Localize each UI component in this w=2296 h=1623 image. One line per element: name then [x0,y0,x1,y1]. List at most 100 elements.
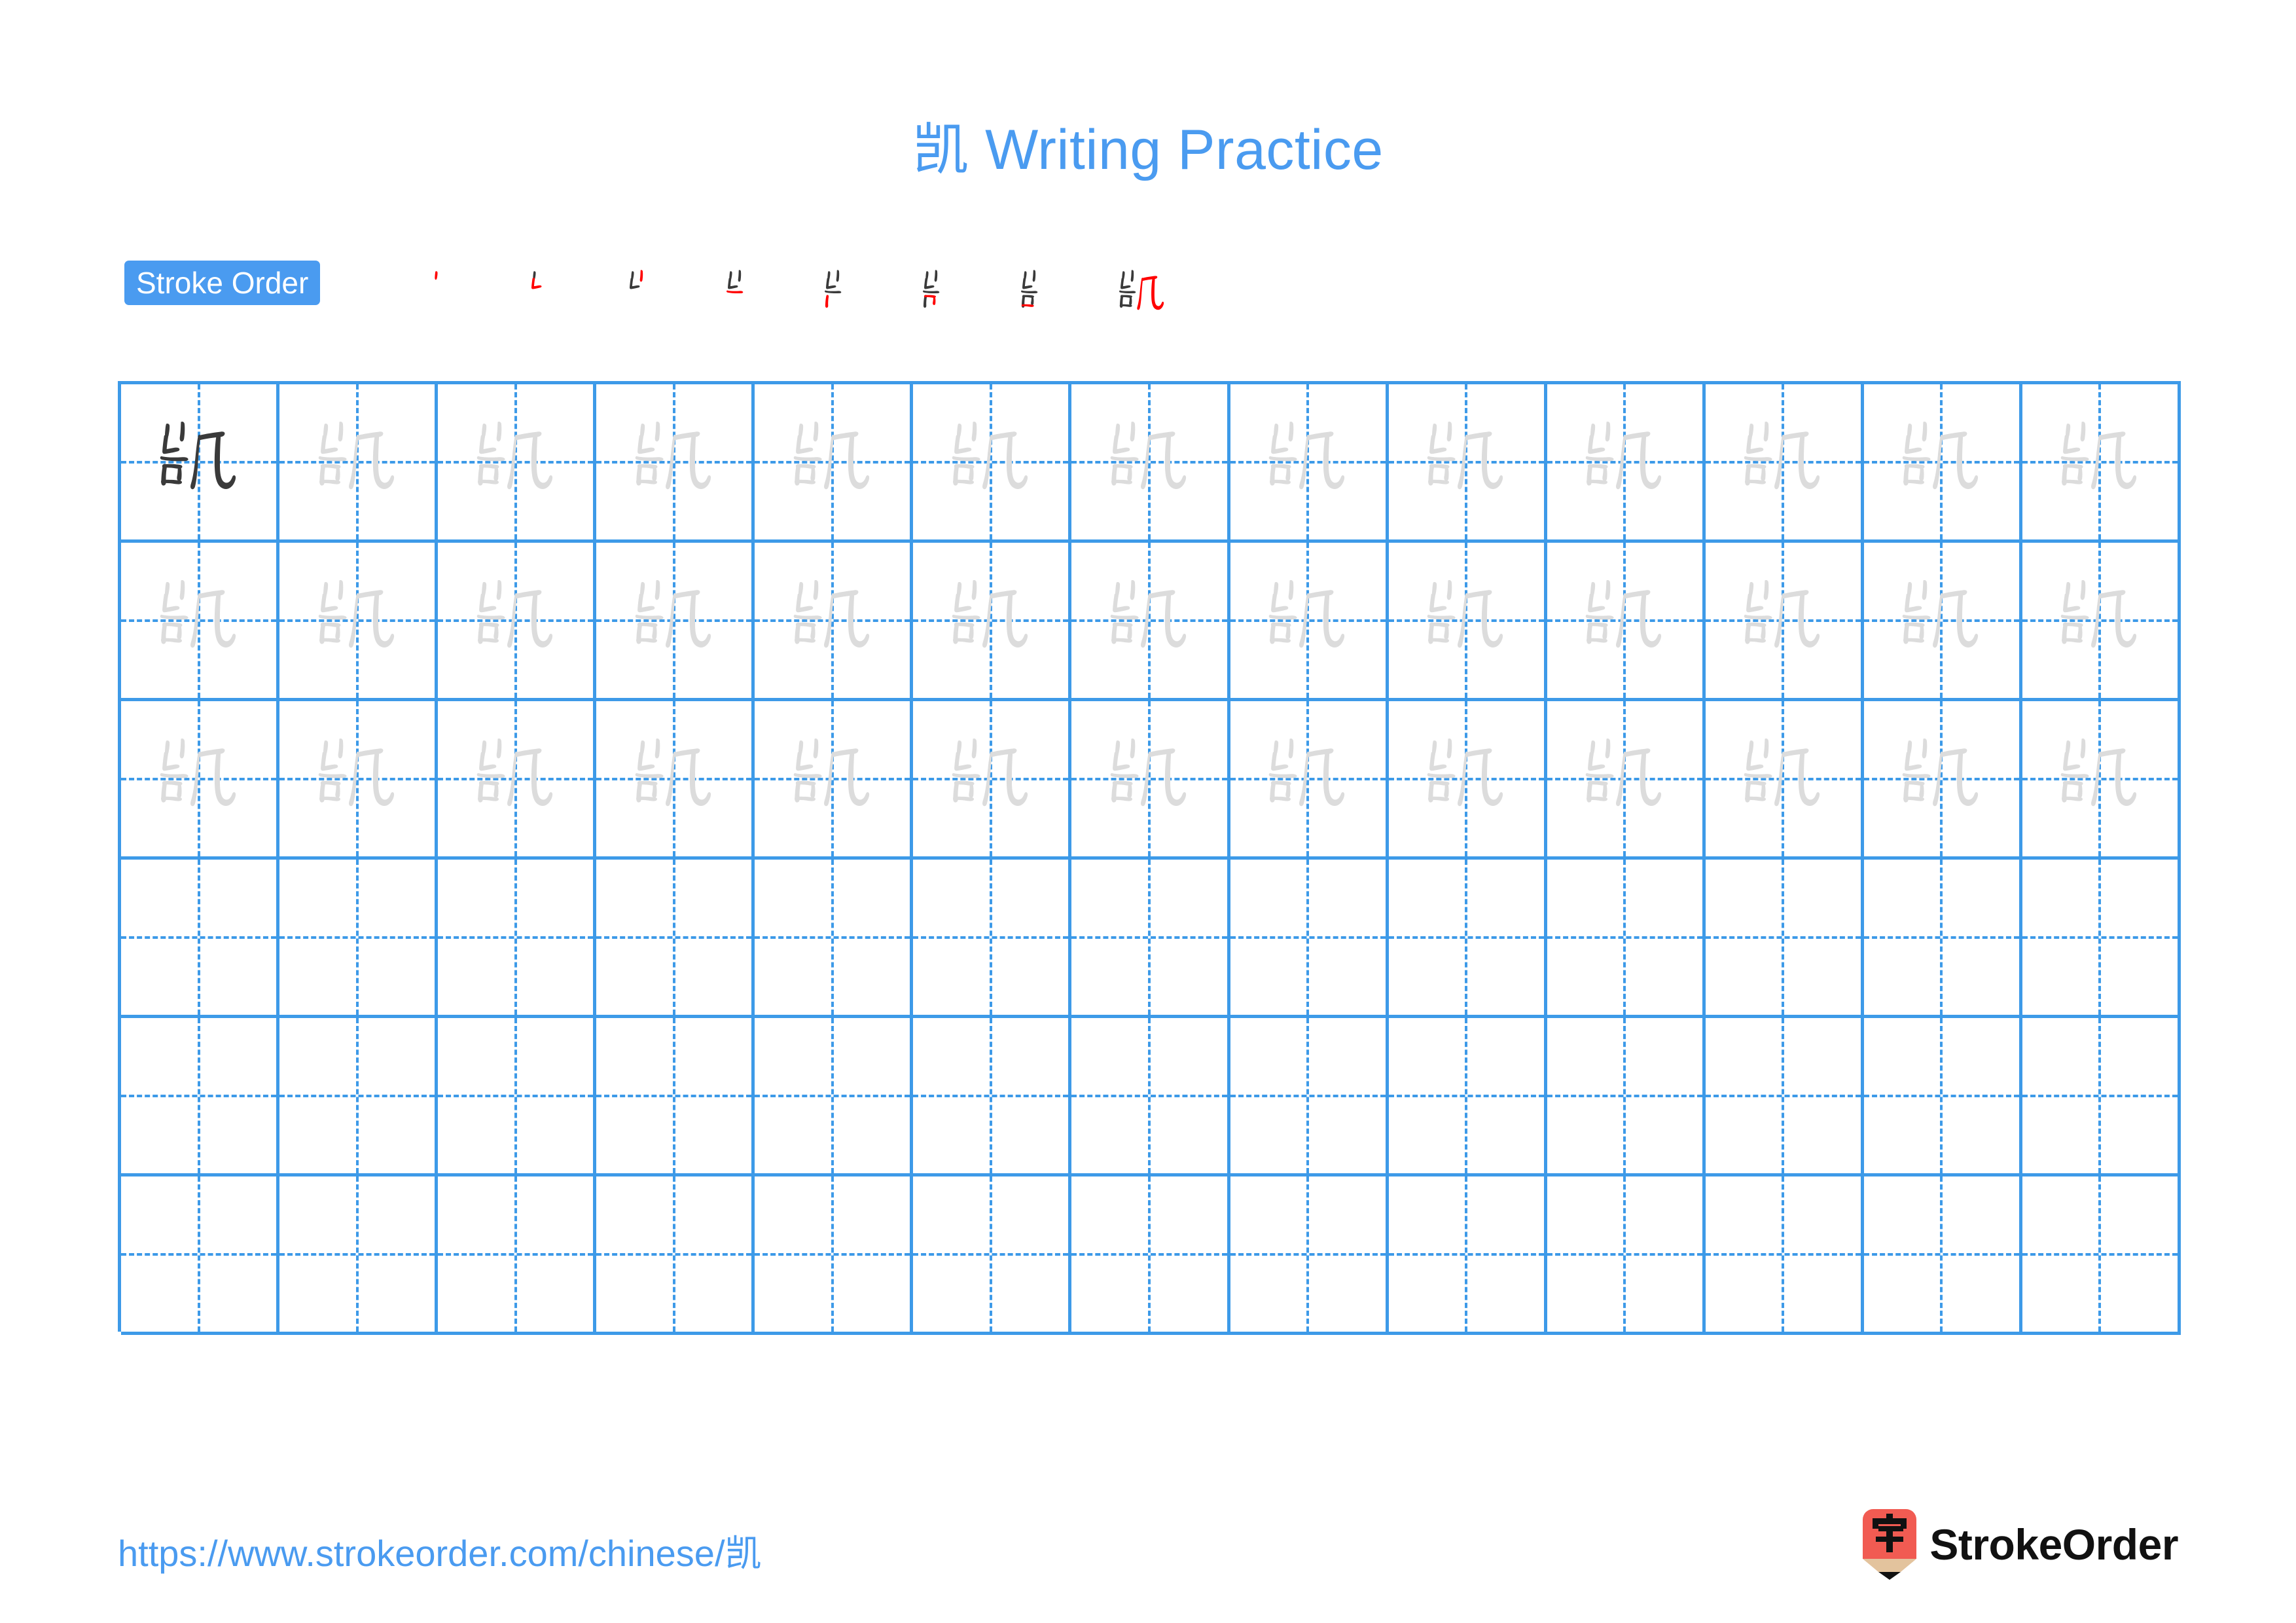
model-character [121,384,276,539]
practice-cell[interactable] [1547,1018,1706,1176]
trace-character [438,701,593,856]
practice-cell[interactable] [279,860,439,1018]
trace-character [279,543,435,698]
practice-cell[interactable] [1071,543,1230,701]
practice-cell[interactable] [913,543,1072,701]
practice-grid-row [121,860,2181,1018]
practice-cell[interactable] [596,543,755,701]
practice-cell[interactable] [438,1176,597,1335]
practice-cell[interactable] [1547,1176,1706,1335]
practice-cell[interactable] [121,1018,280,1176]
practice-cell[interactable] [1071,1176,1230,1335]
practice-cell[interactable] [2022,1176,2181,1335]
practice-cell[interactable] [1863,1176,2022,1335]
practice-cell[interactable] [1547,701,1706,860]
practice-cell[interactable] [1388,860,1547,1018]
practice-cell[interactable] [1230,1018,1389,1176]
practice-cell[interactable] [1863,384,2022,543]
practice-cell[interactable] [2022,543,2181,701]
practice-grid-row [121,1018,2181,1176]
practice-cell[interactable] [1863,1018,2022,1176]
practice-cell[interactable] [2022,701,2181,860]
page-title: 凯 Writing Practice [912,119,1384,181]
trace-character [1389,384,1544,539]
practice-cell[interactable] [596,384,755,543]
practice-cell[interactable] [279,701,439,860]
practice-cell[interactable] [121,543,280,701]
trace-character [1706,384,1861,539]
practice-cell[interactable] [2022,1018,2181,1176]
practice-cell[interactable] [2022,384,2181,543]
practice-cell[interactable] [438,384,597,543]
practice-cell[interactable] [121,1176,280,1335]
practice-cell[interactable] [1705,860,1864,1018]
practice-cell[interactable] [1071,384,1230,543]
practice-cell[interactable] [1547,384,1706,543]
practice-cell[interactable] [913,860,1072,1018]
practice-cell[interactable] [755,860,914,1018]
trace-character [1864,701,2019,856]
practice-cell[interactable] [755,1018,914,1176]
practice-cell[interactable] [279,1018,439,1176]
trace-character [1071,543,1227,698]
practice-cell[interactable] [121,860,280,1018]
stroke-order-step-3 [602,255,700,333]
practice-cell[interactable] [913,701,1072,860]
practice-cell[interactable] [1705,1176,1864,1335]
practice-cell[interactable] [1388,1018,1547,1176]
practice-cell[interactable] [121,701,280,860]
practice-cell[interactable] [1230,543,1389,701]
practice-cell[interactable] [1705,1018,1864,1176]
practice-cell[interactable] [755,543,914,701]
practice-cell[interactable] [279,384,439,543]
practice-cell[interactable] [1230,701,1389,860]
practice-cell[interactable] [755,384,914,543]
practice-cell[interactable] [438,543,597,701]
practice-cell[interactable] [1705,543,1864,701]
trace-character [1864,543,2019,698]
practice-cell[interactable] [596,1018,755,1176]
practice-grid [118,381,2181,1335]
practice-cell[interactable] [1863,701,2022,860]
practice-cell[interactable] [1388,1176,1547,1335]
practice-cell[interactable] [1863,543,2022,701]
trace-character [1230,384,1386,539]
practice-cell[interactable] [438,701,597,860]
trace-character [1706,543,1861,698]
practice-cell[interactable] [755,1176,914,1335]
practice-cell[interactable] [1388,543,1547,701]
footer-url[interactable]: https://www.strokeorder.com/chinese/凯 [118,1524,762,1577]
practice-cell[interactable] [596,1176,755,1335]
practice-cell[interactable] [596,860,755,1018]
practice-cell[interactable] [438,1018,597,1176]
trace-character [596,701,751,856]
practice-cell[interactable] [1230,860,1389,1018]
practice-cell[interactable] [755,701,914,860]
practice-cell[interactable] [438,860,597,1018]
practice-cell[interactable] [1071,860,1230,1018]
practice-cell[interactable] [1230,384,1389,543]
practice-cell[interactable] [121,384,280,543]
practice-cell[interactable] [2022,860,2181,1018]
practice-cell[interactable] [1705,384,1864,543]
practice-cell[interactable] [279,543,439,701]
practice-cell[interactable] [913,1176,1072,1335]
practice-cell[interactable] [1071,701,1230,860]
practice-cell[interactable] [913,384,1072,543]
stroke-order-step-5 [798,255,897,333]
practice-cell[interactable] [1071,1018,1230,1176]
trace-character [1389,701,1544,856]
trace-character [1547,543,1702,698]
practice-cell[interactable] [1388,701,1547,860]
trace-character [596,543,751,698]
practice-cell[interactable] [596,701,755,860]
trace-character [913,543,1068,698]
practice-cell[interactable] [279,1176,439,1335]
practice-cell[interactable] [1547,860,1706,1018]
practice-cell[interactable] [1863,860,2022,1018]
practice-cell[interactable] [1230,1176,1389,1335]
practice-cell[interactable] [913,1018,1072,1176]
practice-cell[interactable] [1547,543,1706,701]
practice-cell[interactable] [1705,701,1864,860]
practice-cell[interactable] [1388,384,1547,543]
